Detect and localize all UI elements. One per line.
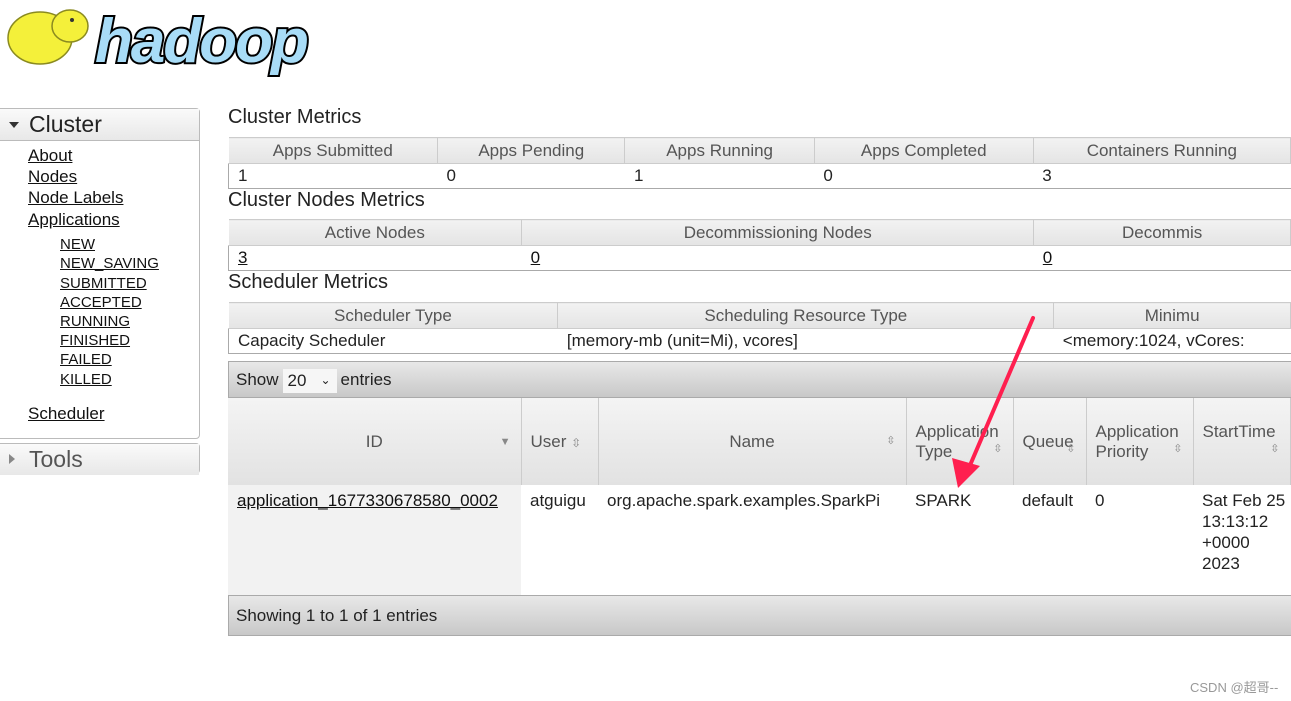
watermark: CSDN @超哥-- [1190,680,1279,695]
annotation-arrow [952,316,1035,488]
